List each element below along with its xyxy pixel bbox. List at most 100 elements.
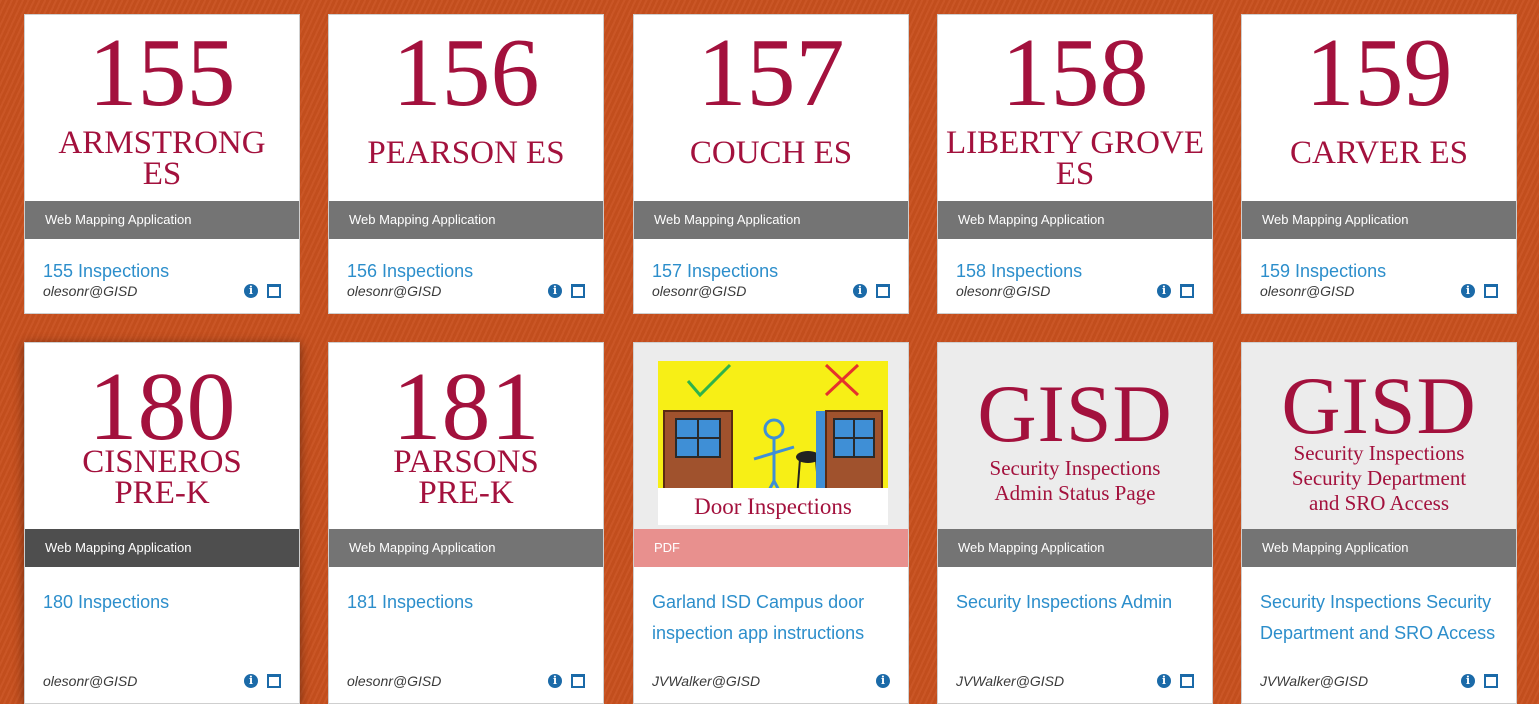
item-owner: olesonr@GISD (43, 283, 138, 299)
thumbnail-line: PEARSON ES (367, 135, 565, 171)
card-thumbnail[interactable]: 157 COUCH ES (634, 15, 908, 201)
window-icon[interactable] (267, 674, 281, 688)
item-card-security-sro[interactable]: GISD Security Inspections Security Depar… (1241, 342, 1517, 704)
thumbnail-school-name: PARSONS PRE-K (335, 446, 597, 510)
thumbnail-line: and SRO Access (1309, 491, 1449, 515)
thumbnail-school-name: CARVER ES (1248, 135, 1510, 171)
thumbnail-line: COUCH ES (689, 135, 853, 171)
item-card-158[interactable]: 158 LIBERTY GROVE ES Web Mapping Applica… (937, 14, 1213, 314)
card-thumbnail[interactable]: 180 CISNEROS PRE-K (25, 343, 299, 529)
info-icon[interactable]: i (244, 284, 258, 298)
item-card-155[interactable]: 155 ARMSTRONG ES Web Mapping Application… (24, 14, 300, 314)
card-actions: i (244, 284, 281, 298)
card-thumbnail[interactable]: 181 PARSONS PRE-K (329, 343, 603, 529)
card-actions: i (244, 674, 281, 688)
thumbnail-caption: Door Inspections (658, 488, 888, 525)
item-title-link[interactable]: Garland ISD Campus door inspection app i… (652, 587, 894, 649)
thumbnail-number: 156 (392, 19, 540, 127)
item-owner: olesonr@GISD (347, 283, 442, 299)
logo-text: GISD (1281, 360, 1477, 451)
card-thumbnail[interactable]: 156 PEARSON ES (329, 15, 603, 201)
thumbnail-subtitle: Security Inspections Admin Status Page (942, 456, 1208, 506)
item-type-label: Web Mapping Application (1242, 529, 1516, 567)
thumbnail-line: ARMSTRONG (58, 125, 266, 161)
item-title-link[interactable]: 181 Inspections (347, 587, 589, 618)
item-owner: olesonr@GISD (1260, 283, 1355, 299)
item-owner: JVWalker@GISD (652, 673, 761, 689)
info-icon[interactable]: i (1461, 284, 1475, 298)
item-card-181[interactable]: 181 PARSONS PRE-K Web Mapping Applicatio… (328, 342, 604, 704)
gisd-logo: GISD (1242, 365, 1516, 447)
card-actions: i (1461, 284, 1498, 298)
item-card-180[interactable]: 180 CISNEROS PRE-K Web Mapping Applicati… (24, 342, 300, 704)
item-title-link[interactable]: 180 Inspections (43, 587, 285, 618)
item-type-label: Web Mapping Application (25, 529, 299, 567)
window-icon[interactable] (1180, 284, 1194, 298)
thumbnail-line: ES (1055, 156, 1095, 192)
window-icon[interactable] (876, 284, 890, 298)
card-thumbnail[interactable]: Door Inspections (634, 343, 908, 529)
card-thumbnail[interactable]: GISD Security Inspections Admin Status P… (938, 343, 1212, 529)
item-owner: olesonr@GISD (43, 673, 138, 689)
info-icon[interactable]: i (1157, 284, 1171, 298)
item-title-link[interactable]: 158 Inspections (956, 259, 1198, 283)
info-icon[interactable]: i (1461, 674, 1475, 688)
item-title-link[interactable]: 159 Inspections (1260, 259, 1502, 283)
thumbnail-number: 181 (392, 353, 540, 461)
window-icon[interactable] (1484, 674, 1498, 688)
thumbnail-number: 158 (1001, 19, 1149, 127)
item-owner: JVWalker@GISD (956, 673, 1065, 689)
thumbnail-school-name: COUCH ES (640, 135, 902, 171)
thumbnail-subtitle: Security Inspections Security Department… (1246, 441, 1512, 516)
window-icon[interactable] (571, 674, 585, 688)
info-icon[interactable]: i (876, 674, 890, 688)
item-type-label: Web Mapping Application (329, 201, 603, 239)
thumbnail-line: PRE-K (114, 475, 210, 511)
item-type-label: Web Mapping Application (634, 201, 908, 239)
card-thumbnail[interactable]: 158 LIBERTY GROVE ES (938, 15, 1212, 201)
item-type-label: Web Mapping Application (1242, 201, 1516, 239)
thumbnail-number: 155 (88, 19, 236, 127)
thumbnail-number: 159 (1305, 19, 1453, 127)
card-actions: i (1157, 284, 1194, 298)
window-icon[interactable] (1484, 284, 1498, 298)
item-type-label: Web Mapping Application (938, 201, 1212, 239)
thumbnail-school-name: PEARSON ES (335, 135, 597, 171)
item-title-link[interactable]: Security Inspections Security Department… (1260, 587, 1502, 649)
item-card-157[interactable]: 157 COUCH ES Web Mapping Application 157… (633, 14, 909, 314)
item-card-security-admin[interactable]: GISD Security Inspections Admin Status P… (937, 342, 1213, 704)
item-title-link[interactable]: 156 Inspections (347, 259, 589, 283)
thumbnail-line: CISNEROS (82, 444, 242, 480)
card-thumbnail[interactable]: 155 ARMSTRONG ES (25, 15, 299, 201)
item-title-link[interactable]: Security Inspections Admin (956, 587, 1198, 618)
card-thumbnail[interactable]: 159 CARVER ES (1242, 15, 1516, 201)
thumbnail-line: CARVER ES (1290, 135, 1468, 171)
card-actions: i (876, 674, 890, 688)
thumbnail-school-name: LIBERTY GROVE ES (944, 127, 1206, 192)
info-icon[interactable]: i (548, 284, 562, 298)
item-type-label: PDF (634, 529, 908, 567)
card-actions: i (1461, 674, 1498, 688)
thumbnail-school-name: CISNEROS PRE-K (31, 444, 293, 511)
item-card-159[interactable]: 159 CARVER ES Web Mapping Application 15… (1241, 14, 1517, 314)
item-owner: JVWalker@GISD (1260, 673, 1369, 689)
item-title-link[interactable]: 155 Inspections (43, 259, 285, 283)
thumbnail-number: 157 (697, 19, 845, 127)
info-icon[interactable]: i (853, 284, 867, 298)
item-owner: olesonr@GISD (652, 283, 747, 299)
item-title-link[interactable]: 157 Inspections (652, 259, 894, 283)
item-card-156[interactable]: 156 PEARSON ES Web Mapping Application 1… (328, 14, 604, 314)
info-icon[interactable]: i (1157, 674, 1171, 688)
thumbnail-line: Security Department (1291, 466, 1467, 490)
logo-text: GISD (977, 368, 1173, 459)
thumbnail-line: Admin Status Page (994, 481, 1156, 505)
window-icon[interactable] (1180, 674, 1194, 688)
window-icon[interactable] (571, 284, 585, 298)
info-icon[interactable]: i (244, 674, 258, 688)
card-thumbnail[interactable]: GISD Security Inspections Security Depar… (1242, 343, 1516, 529)
item-type-label: Web Mapping Application (938, 529, 1212, 567)
item-card-door-inspections[interactable]: Door Inspections PDF Garland ISD Campus … (633, 342, 909, 704)
info-icon[interactable]: i (548, 674, 562, 688)
card-actions: i (1157, 674, 1194, 688)
window-icon[interactable] (267, 284, 281, 298)
